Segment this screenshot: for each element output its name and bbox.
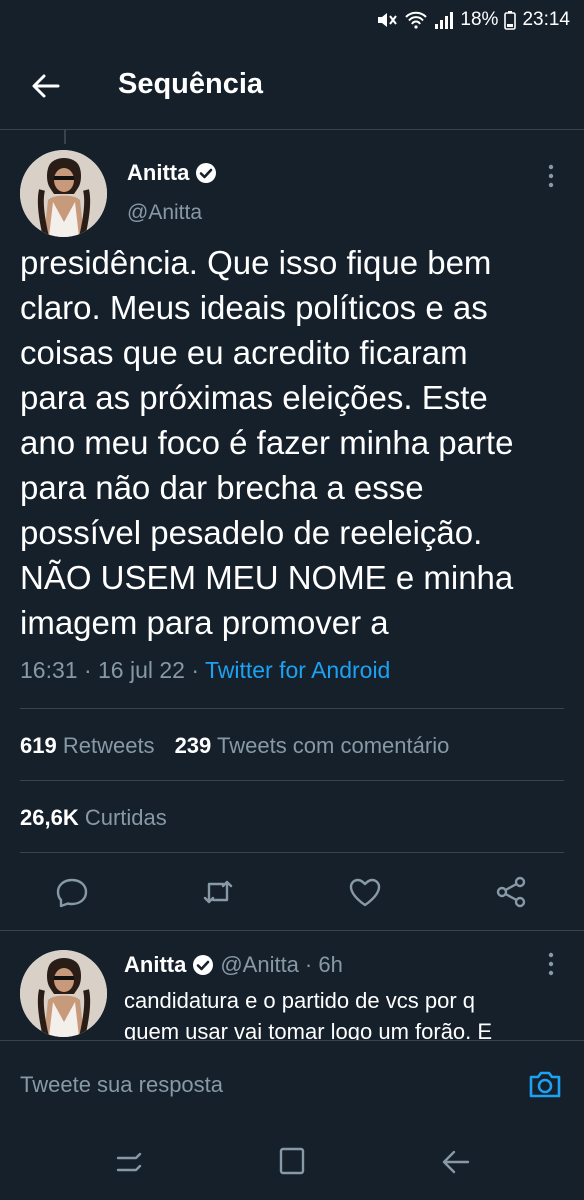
back-arrow-icon xyxy=(442,1150,470,1174)
like-button[interactable] xyxy=(347,874,383,910)
battery-icon xyxy=(504,10,517,30)
tweet-text: presidência. Que isso fique bem claro. M… xyxy=(20,244,514,641)
heart-icon xyxy=(349,878,381,907)
tweet-actions xyxy=(0,868,584,916)
avatar[interactable] xyxy=(20,150,107,237)
divider xyxy=(0,930,584,931)
divider xyxy=(20,852,564,853)
reply-age: · 6h xyxy=(304,952,343,977)
system-back-button[interactable] xyxy=(436,1144,476,1180)
page-title: Sequência xyxy=(118,68,264,100)
retweet-icon xyxy=(203,880,233,904)
reply-more-options-button[interactable] xyxy=(540,950,562,978)
battery-level: 18% xyxy=(460,9,499,30)
author-name[interactable]: Anitta xyxy=(127,160,217,186)
reply-author-handle: @Anitta xyxy=(220,952,299,977)
camera-icon xyxy=(529,1071,561,1098)
more-vertical-icon xyxy=(548,164,554,188)
quotes-label: Tweets com comentário xyxy=(217,733,450,758)
tweet-timestamp: 16:31 · 16 jul 22 · xyxy=(20,657,205,683)
clock: 23:14 xyxy=(522,9,570,30)
reply-icon xyxy=(56,878,88,908)
system-nav-bar xyxy=(0,1126,584,1200)
retweets-count: 619 xyxy=(20,733,57,758)
likes-stats: 26,6K Curtidas xyxy=(20,805,167,831)
reply-button[interactable] xyxy=(54,874,90,910)
divider xyxy=(20,780,564,781)
reply-avatar[interactable] xyxy=(20,950,107,1037)
reply-header[interactable]: Anitta @Anitta · 6h xyxy=(124,952,343,978)
author-handle[interactable]: @Anitta xyxy=(127,201,202,225)
home-square-icon xyxy=(279,1147,305,1175)
tweet-meta: 16:31 · 16 jul 22 · Twitter for Android xyxy=(20,657,390,684)
header: Sequência xyxy=(0,40,584,130)
wifi-icon xyxy=(404,10,428,30)
verified-badge-icon xyxy=(193,955,214,975)
likes-count: 26,6K xyxy=(20,805,79,830)
tweet-source-link[interactable]: Twitter for Android xyxy=(205,657,390,683)
recent-apps-button[interactable] xyxy=(110,1144,150,1180)
recent-apps-icon xyxy=(116,1152,142,1172)
share-button[interactable] xyxy=(493,874,529,910)
mute-icon xyxy=(376,10,398,30)
compose-bar xyxy=(0,1040,584,1126)
retweets-stat[interactable]: 619 Retweets xyxy=(20,733,155,759)
reply-input[interactable] xyxy=(20,1067,500,1103)
retweet-button[interactable] xyxy=(200,874,236,910)
divider xyxy=(20,708,564,709)
retweet-stats: 619 Retweets 239 Tweets com comentário xyxy=(20,733,449,759)
more-options-button[interactable] xyxy=(540,162,562,190)
more-vertical-icon xyxy=(548,952,554,976)
status-bar: 18% 23:14 xyxy=(0,0,584,40)
likes-label: Curtidas xyxy=(84,805,167,830)
camera-button[interactable] xyxy=(526,1065,564,1103)
thread-connector xyxy=(64,130,66,144)
reply-text[interactable]: candidatura e o partido de vcs por q que… xyxy=(124,985,554,1047)
likes-stat[interactable]: 26,6K Curtidas xyxy=(20,805,167,831)
share-icon xyxy=(496,876,526,908)
retweets-label: Retweets xyxy=(62,733,155,758)
verified-badge-icon xyxy=(196,163,217,183)
reply-author-name: Anitta xyxy=(124,952,187,977)
quotes-stat[interactable]: 239 Tweets com comentário xyxy=(175,733,450,759)
home-button[interactable] xyxy=(272,1144,312,1180)
arrow-left-icon xyxy=(32,74,60,98)
back-button[interactable] xyxy=(28,68,64,104)
signal-icon xyxy=(434,10,454,30)
author-name-text: Anitta xyxy=(127,160,190,185)
quotes-count: 239 xyxy=(174,733,212,758)
